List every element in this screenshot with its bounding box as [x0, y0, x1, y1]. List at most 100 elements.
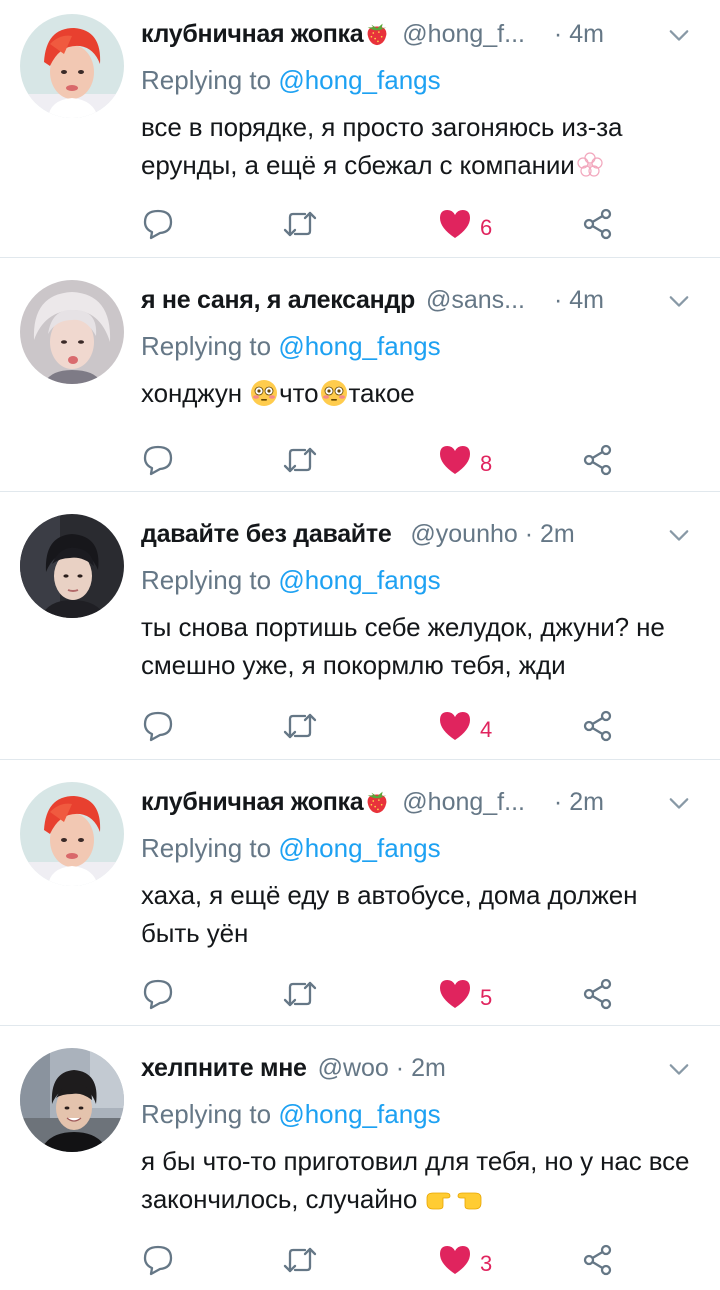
- reply-icon: [143, 979, 173, 1010]
- retweet-button[interactable]: [281, 1240, 319, 1280]
- avatar[interactable]: [20, 782, 124, 886]
- handle[interactable]: @younho: [410, 520, 517, 548]
- handle[interactable]: @hong_f...: [402, 788, 525, 816]
- tweet[interactable]: клубничная жопка @hong_f... · 4m Replyin…: [0, 0, 720, 258]
- like-count: 5: [480, 985, 493, 1010]
- mention-link[interactable]: @hong_fangs: [278, 565, 440, 595]
- reply-icon: [143, 445, 173, 476]
- display-name[interactable]: давайте без давайте: [141, 520, 392, 548]
- timestamp[interactable]: 2m: [540, 520, 575, 548]
- retweet-button[interactable]: [281, 440, 319, 480]
- share-icon: [583, 444, 612, 476]
- pointing-hands-emoji: [424, 1184, 484, 1214]
- retweet-button[interactable]: [281, 974, 319, 1014]
- mention-link[interactable]: @hong_fangs: [278, 1099, 440, 1129]
- display-name[interactable]: хелпните мне: [141, 1054, 307, 1082]
- reply-button[interactable]: [141, 440, 175, 480]
- replying-to: Replying to @hong_fangs: [141, 65, 441, 95]
- handle[interactable]: @sans...: [426, 286, 525, 314]
- reply-button[interactable]: [141, 1240, 175, 1280]
- tweet-header: хелпните мне @woo · 2m: [141, 1048, 700, 1088]
- chevron-down-icon[interactable]: [668, 290, 690, 312]
- mention-link[interactable]: @hong_fangs: [278, 331, 440, 361]
- tweet-header: клубничная жопка @hong_f... · 4m: [141, 14, 700, 54]
- avatar[interactable]: [20, 1048, 124, 1152]
- reply-feed: клубничная жопка @hong_f... · 4m Replyin…: [0, 0, 720, 1290]
- tweet-actions: 5: [141, 974, 661, 1014]
- share-icon: [583, 978, 612, 1010]
- like-button[interactable]: 3: [438, 1240, 492, 1280]
- like-button[interactable]: 5: [438, 974, 492, 1014]
- replying-to: Replying to @hong_fangs: [141, 331, 441, 361]
- share-button[interactable]: [581, 1240, 615, 1280]
- tweet[interactable]: я не саня, я александр @sans... · 4m Rep…: [0, 258, 720, 492]
- retweet-icon: [283, 713, 317, 739]
- chevron-down-icon[interactable]: [668, 1058, 690, 1080]
- mention-link[interactable]: @hong_fangs: [278, 65, 440, 95]
- reply-icon: [143, 209, 173, 240]
- timestamp[interactable]: 4m: [569, 20, 604, 48]
- avatar[interactable]: [20, 280, 124, 384]
- reply-button[interactable]: [141, 974, 175, 1014]
- timestamp[interactable]: 2m: [569, 788, 604, 816]
- tweet-actions: 6: [141, 204, 661, 244]
- tweet[interactable]: давайте без давайте @younho · 2m Replyin…: [0, 492, 720, 760]
- heart-icon: [440, 1246, 470, 1274]
- display-name[interactable]: клубничная жопка: [141, 20, 364, 48]
- tweet-header: я не саня, я александр @sans... · 4m: [141, 280, 700, 320]
- tweet[interactable]: хелпните мне @woo · 2m Replying to @hong…: [0, 1026, 720, 1290]
- heart-icon: [440, 446, 470, 474]
- like-count: 8: [480, 451, 493, 476]
- like-count: 4: [480, 717, 493, 742]
- retweet-icon: [283, 447, 317, 473]
- tweet-actions: 8: [141, 440, 661, 480]
- display-name[interactable]: я не саня, я александр: [141, 286, 415, 314]
- chevron-down-icon[interactable]: [668, 792, 690, 814]
- replying-to: Replying to @hong_fangs: [141, 1099, 441, 1129]
- strawberry-emoji: [363, 788, 391, 816]
- tweet[interactable]: клубничная жопка @hong_f... · 2m Replyin…: [0, 760, 720, 1026]
- tweet-header: давайте без давайте @younho · 2m: [141, 514, 700, 554]
- timestamp[interactable]: 2m: [411, 1054, 446, 1082]
- flushed-emoji: [319, 378, 349, 408]
- handle[interactable]: @hong_f...: [402, 20, 525, 48]
- share-icon: [583, 710, 612, 742]
- share-button[interactable]: [581, 706, 615, 746]
- reply-button[interactable]: [141, 204, 175, 244]
- retweet-button[interactable]: [281, 204, 319, 244]
- like-button[interactable]: 8: [438, 440, 492, 480]
- like-button[interactable]: 6: [438, 204, 492, 244]
- like-button[interactable]: 4: [438, 706, 492, 746]
- timestamp[interactable]: 4m: [569, 286, 604, 314]
- mention-link[interactable]: @hong_fangs: [278, 833, 440, 863]
- reply-icon: [143, 711, 173, 742]
- avatar[interactable]: [20, 14, 124, 118]
- avatar[interactable]: [20, 514, 124, 618]
- heart-icon: [440, 980, 470, 1008]
- tweet-actions: 4: [141, 706, 661, 746]
- tweet-text: хонджун что такое: [141, 378, 415, 408]
- display-name[interactable]: клубничная жопка: [141, 788, 364, 816]
- tweet-actions: 3: [141, 1240, 661, 1280]
- tweet-header: клубничная жопка @hong_f... · 2m: [141, 782, 700, 822]
- chevron-down-icon[interactable]: [668, 524, 690, 546]
- share-button[interactable]: [581, 440, 615, 480]
- share-button[interactable]: [581, 204, 615, 244]
- blossom-emoji: [575, 150, 605, 180]
- replying-to: Replying to @hong_fangs: [141, 833, 441, 863]
- retweet-icon: [283, 1247, 317, 1273]
- retweet-icon: [283, 981, 317, 1007]
- share-button[interactable]: [581, 974, 615, 1014]
- like-count: 3: [480, 1251, 493, 1276]
- heart-icon: [440, 210, 470, 238]
- reply-icon: [143, 1245, 173, 1276]
- chevron-down-icon[interactable]: [668, 24, 690, 46]
- retweet-icon: [283, 211, 317, 237]
- handle[interactable]: @woo: [318, 1054, 389, 1082]
- reply-button[interactable]: [141, 706, 175, 746]
- strawberry-emoji: [363, 20, 391, 48]
- flushed-emoji: [249, 378, 279, 408]
- retweet-button[interactable]: [281, 706, 319, 746]
- tweet-text: я бы что-то приготовил для тебя, но у на…: [141, 1146, 690, 1214]
- share-icon: [583, 1244, 612, 1276]
